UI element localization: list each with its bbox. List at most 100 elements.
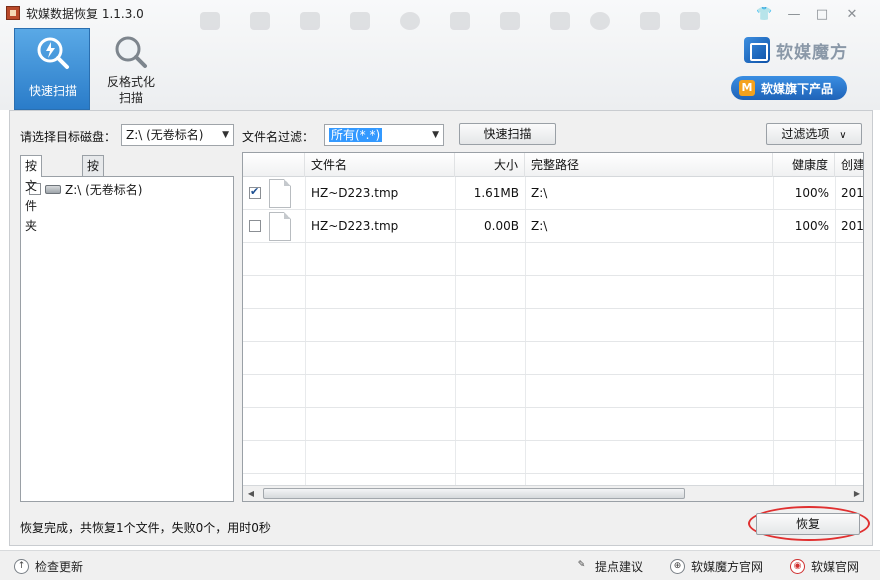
table-header: 文件名 大小 完整路径 健康度 创建: [243, 153, 863, 177]
column-header-select[interactable]: [243, 153, 305, 177]
unformat-scan-tool-button[interactable]: 反格式化 扫描: [93, 28, 169, 110]
mofang-site-link[interactable]: ⊕ 软媒魔方官网: [670, 558, 763, 574]
brand-name: 软媒魔方: [776, 42, 848, 63]
tab-by-folder[interactable]: 按文件夹: [20, 155, 43, 233]
watermark-icon: [400, 12, 420, 30]
minimize-icon[interactable]: —: [786, 7, 802, 23]
disk-label: 请选择目标磁盘：: [20, 130, 117, 144]
row-file-path: Z:\: [531, 219, 548, 233]
filter-options-label: 过滤选项: [781, 127, 830, 141]
window-title: 软媒数据恢复 1.1.3.0: [26, 7, 144, 21]
ruanmei-site-label: 软媒官网: [811, 559, 860, 574]
ruanmei-logo-icon: ◉: [790, 558, 805, 574]
empty-row: [243, 309, 863, 342]
filter-select-value: 所有(*.*): [329, 128, 383, 142]
row-file-size: 1.61MB: [473, 186, 519, 200]
row-checkbox[interactable]: [249, 185, 261, 199]
quick-scan-tool-button[interactable]: 快速扫描: [14, 28, 90, 110]
recover-button[interactable]: 恢复: [756, 513, 860, 535]
empty-row: [243, 375, 863, 408]
row-file-name: HZ~D223.tmp: [311, 186, 399, 200]
disk-select-value: Z:\ (无卷标名): [126, 128, 204, 142]
scroll-right-icon[interactable]: ▶: [849, 486, 863, 501]
table-row[interactable]: HZ~D223.tmp 0.00B Z:\ 100% 2018: [243, 210, 864, 243]
close-icon[interactable]: ✕: [844, 7, 860, 23]
unformat-scan-label: 反格式化 扫描: [106, 75, 155, 105]
empty-row: [243, 408, 863, 441]
magnifier-lightning-icon: [37, 37, 69, 69]
cube-logo-icon: [744, 37, 770, 63]
chevron-down-icon: ∨: [839, 130, 847, 141]
row-file-created: 2018: [841, 186, 864, 200]
app-icon: [6, 6, 20, 20]
check-update-label: 检查更新: [35, 559, 84, 574]
watermark-icon: [640, 12, 660, 30]
empty-row: [243, 243, 863, 276]
tree-item-label: Z:\ (无卷标名): [65, 182, 143, 197]
products-button-label: 软媒旗下产品: [761, 81, 834, 96]
feedback-label: 提点建议: [595, 559, 644, 574]
watermark-icon: [550, 12, 570, 30]
column-header-health[interactable]: 健康度: [773, 153, 835, 177]
row-checkbox[interactable]: [249, 220, 261, 232]
row-file-created: 2018: [841, 219, 864, 233]
row-file-health: 100%: [794, 219, 829, 233]
dropdown-arrow-icon: ▼: [432, 130, 439, 140]
ruanmei-site-link[interactable]: ◉ 软媒官网: [790, 558, 859, 574]
check-update-link[interactable]: ↑ 检查更新: [14, 558, 83, 574]
table-row[interactable]: HZ~D223.tmp 1.61MB Z:\ 100% 2018: [243, 177, 864, 210]
empty-row: [243, 342, 863, 375]
file-icon: [269, 212, 291, 241]
row-file-name: HZ~D223.tmp: [311, 219, 399, 233]
disk-select[interactable]: Z:\ (无卷标名) ▼: [121, 124, 234, 146]
empty-row: [243, 276, 863, 309]
row-file-size: 0.00B: [484, 219, 519, 233]
filter-options-button[interactable]: 过滤选项 ∨: [766, 123, 862, 145]
dropdown-arrow-icon: ▼: [222, 130, 229, 140]
quick-scan-button[interactable]: 快速扫描: [459, 123, 556, 145]
watermark-icon: [300, 12, 320, 30]
brand-logo: 软媒魔方: [744, 36, 848, 64]
shirt-icon[interactable]: 👕: [756, 7, 772, 23]
products-button[interactable]: M 软媒旗下产品: [731, 76, 847, 100]
magnifier-icon: [115, 36, 147, 68]
pen-icon: ✎: [577, 559, 586, 570]
filter-label: 文件名过滤：: [242, 130, 315, 144]
horizontal-scrollbar[interactable]: ◀ ▶: [243, 485, 863, 501]
quick-scan-label: 快速扫描: [28, 84, 77, 98]
tab-by-type[interactable]: 按类型: [82, 155, 105, 213]
title-bar: 软媒数据恢复 1.1.3.0 👕 — □ ✕: [0, 0, 880, 30]
file-table: 文件名 大小 完整路径 健康度 创建 HZ~D223.tmp 1.61MB Z:…: [242, 152, 864, 502]
tree-item-drive[interactable]: Z:\ (无卷标名): [29, 181, 143, 197]
watermark-icon: [500, 12, 520, 30]
folder-tree: Z:\ (无卷标名): [20, 176, 234, 502]
status-message: 恢复完成，共恢复1个文件，失败0个，用时0秒: [20, 521, 271, 535]
file-icon: [269, 179, 291, 208]
watermark-icon: [450, 12, 470, 30]
filename-filter-select[interactable]: 所有(*.*) ▼: [324, 124, 444, 146]
globe-icon: ⊕: [670, 558, 685, 574]
column-header-name[interactable]: 文件名: [305, 153, 455, 177]
drive-icon: [45, 184, 61, 194]
mofang-site-label: 软媒魔方官网: [691, 559, 764, 574]
top-bar: 软媒数据恢复 1.1.3.0 👕 — □ ✕ 快速扫描 反格式化 扫描 软媒魔方…: [0, 0, 880, 110]
arrow-up-icon: ↑: [14, 558, 29, 574]
watermark-icon: [250, 12, 270, 30]
empty-row: [243, 441, 863, 474]
m-logo-icon: M: [739, 80, 755, 96]
maximize-icon[interactable]: □: [814, 7, 830, 23]
watermark-icon: [590, 12, 610, 30]
watermark-icon: [200, 12, 220, 30]
column-header-created[interactable]: 创建: [835, 153, 863, 177]
scrollbar-thumb[interactable]: [263, 488, 685, 499]
footer-bar: ↑ 检查更新 ✎ 提点建议 ⊕ 软媒魔方官网 ◉ 软媒官网: [0, 550, 880, 580]
scroll-left-icon[interactable]: ◀: [243, 486, 259, 501]
column-header-size[interactable]: 大小: [455, 153, 525, 177]
watermark-icon: [350, 12, 370, 30]
main-panel: 请选择目标磁盘： Z:\ (无卷标名) ▼ 文件名过滤： 所有(*.*) ▼ 快…: [9, 110, 873, 546]
feedback-link[interactable]: ✎ 提点建议: [574, 558, 643, 574]
column-header-path[interactable]: 完整路径: [525, 153, 773, 177]
row-file-health: 100%: [794, 186, 829, 200]
watermark-icon: [680, 12, 700, 30]
row-file-path: Z:\: [531, 186, 548, 200]
